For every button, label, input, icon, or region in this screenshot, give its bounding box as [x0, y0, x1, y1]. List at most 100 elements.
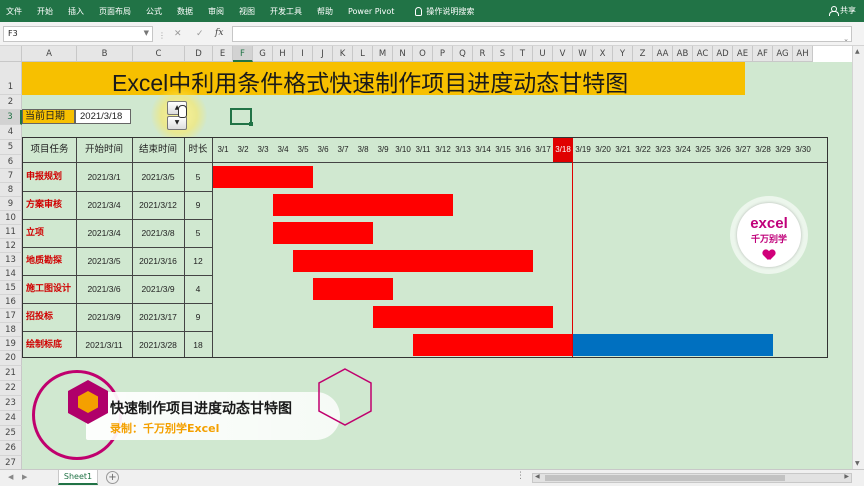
column-header-aa[interactable]: AA [653, 46, 673, 62]
share-button[interactable]: 共享 [829, 5, 856, 16]
task-end-date[interactable]: 2021/3/17 [132, 303, 184, 331]
enter-icon[interactable]: ✓ [196, 29, 204, 39]
column-header-q[interactable]: Q [453, 46, 473, 62]
ribbon-tab[interactable]: 帮助 [317, 6, 333, 17]
row-header-18[interactable]: 18 [0, 323, 22, 337]
add-sheet-button[interactable]: + [106, 471, 119, 484]
name-box[interactable]: F3 ▼ [3, 26, 153, 42]
horizontal-scrollbar[interactable]: ◀ ▶ [532, 473, 852, 483]
select-all-corner[interactable] [0, 46, 22, 62]
column-header-i[interactable]: I [293, 46, 313, 62]
more-options-icon[interactable]: ⋮ [516, 471, 525, 481]
column-header-ab[interactable]: AB [673, 46, 693, 62]
task-duration[interactable]: 12 [184, 247, 212, 275]
scroll-down-icon[interactable]: ▼ [855, 460, 860, 467]
task-start-date[interactable]: 2021/3/11 [76, 331, 132, 359]
ribbon-tab[interactable]: 视图 [239, 6, 255, 17]
column-header-m[interactable]: M [373, 46, 393, 62]
row-header-12[interactable]: 12 [0, 239, 22, 253]
row-header-6[interactable]: 6 [0, 155, 22, 169]
next-sheet-icon[interactable]: ▶ [22, 473, 27, 481]
row-header-3[interactable]: 3 [0, 110, 22, 125]
cancel-icon[interactable]: ✕ [174, 29, 182, 39]
row-header-22[interactable]: 22 [0, 381, 22, 396]
column-header-d[interactable]: D [185, 46, 213, 62]
column-header-n[interactable]: N [393, 46, 413, 62]
task-end-date[interactable]: 2021/3/28 [132, 331, 184, 359]
expand-formula-icon[interactable]: ⌄ [843, 35, 849, 43]
ribbon-tab[interactable]: 公式 [146, 6, 162, 17]
column-header-o[interactable]: O [413, 46, 433, 62]
ribbon-tab[interactable]: 页面布局 [99, 6, 131, 17]
column-header-y[interactable]: Y [613, 46, 633, 62]
column-header-s[interactable]: S [493, 46, 513, 62]
selected-cell-f3[interactable] [230, 108, 253, 126]
column-header-k[interactable]: K [333, 46, 353, 62]
column-header-ad[interactable]: AD [713, 46, 733, 62]
column-header-af[interactable]: AF [753, 46, 773, 62]
current-date-value[interactable]: 2021/3/18 [75, 109, 131, 124]
task-duration[interactable]: 9 [184, 191, 212, 219]
column-header-p[interactable]: P [433, 46, 453, 62]
column-header-t[interactable]: T [513, 46, 533, 62]
column-header-a[interactable]: A [22, 46, 77, 62]
row-header-5[interactable]: 5 [0, 140, 22, 155]
date-spinner-down-button[interactable]: ▼ [167, 116, 187, 130]
task-start-date[interactable]: 2021/3/5 [76, 247, 132, 275]
column-header-f[interactable]: F [233, 46, 253, 62]
column-header-x[interactable]: X [593, 46, 613, 62]
task-duration[interactable]: 9 [184, 303, 212, 331]
row-header-14[interactable]: 14 [0, 267, 22, 281]
row-header-4[interactable]: 4 [0, 125, 22, 140]
task-name[interactable]: 招投标 [23, 303, 76, 331]
chevron-down-icon[interactable]: ▼ [144, 29, 149, 37]
column-header-ac[interactable]: AC [693, 46, 713, 62]
vertical-scrollbar[interactable]: ▲ ▼ [852, 46, 864, 469]
task-name[interactable]: 方案审核 [23, 191, 76, 219]
ribbon-tab[interactable]: 数据 [177, 6, 193, 17]
column-header-u[interactable]: U [533, 46, 553, 62]
column-header-e[interactable]: E [213, 46, 233, 62]
row-header-15[interactable]: 15 [0, 281, 22, 295]
row-header-2[interactable]: 2 [0, 95, 22, 110]
task-name[interactable]: 立项 [23, 219, 76, 247]
task-end-date[interactable]: 2021/3/16 [132, 247, 184, 275]
ribbon-tab[interactable]: 插入 [68, 6, 84, 17]
task-name[interactable]: 施工图设计 [23, 275, 76, 303]
task-duration[interactable]: 4 [184, 275, 212, 303]
column-header-ae[interactable]: AE [733, 46, 753, 62]
task-duration[interactable]: 18 [184, 331, 212, 359]
column-header-z[interactable]: Z [633, 46, 653, 62]
ribbon-tab[interactable]: 开始 [37, 6, 53, 17]
column-header-l[interactable]: L [353, 46, 373, 62]
task-end-date[interactable]: 2021/3/12 [132, 191, 184, 219]
column-header-ah[interactable]: AH [793, 46, 813, 62]
scroll-thumb[interactable] [545, 475, 785, 481]
task-start-date[interactable]: 2021/3/4 [76, 219, 132, 247]
prev-sheet-icon[interactable]: ◀ [8, 473, 13, 481]
task-duration[interactable]: 5 [184, 219, 212, 247]
task-name[interactable]: 绘制标底 [23, 331, 76, 359]
worksheet-grid[interactable]: Excel中利用条件格式快速制作项目进度动态甘特图 当前日期 2021/3/18… [22, 62, 852, 469]
column-header-w[interactable]: W [573, 46, 593, 62]
column-header-v[interactable]: V [553, 46, 573, 62]
row-header-25[interactable]: 25 [0, 426, 22, 441]
column-header-r[interactable]: R [473, 46, 493, 62]
row-header-23[interactable]: 23 [0, 396, 22, 411]
formula-input[interactable]: ⌄ [232, 26, 852, 43]
column-header-c[interactable]: C [133, 46, 185, 62]
row-header-20[interactable]: 20 [0, 351, 22, 366]
task-end-date[interactable]: 2021/3/8 [132, 219, 184, 247]
row-header-7[interactable]: 7 [0, 169, 22, 183]
ribbon-tab[interactable]: Power Pivot [348, 7, 394, 16]
row-header-26[interactable]: 26 [0, 441, 22, 456]
row-header-16[interactable]: 16 [0, 295, 22, 309]
row-header-19[interactable]: 19 [0, 337, 22, 351]
scroll-right-icon[interactable]: ▶ [844, 473, 849, 480]
row-header-8[interactable]: 8 [0, 183, 22, 197]
task-duration[interactable]: 5 [184, 163, 212, 191]
ribbon-tab[interactable]: 文件 [6, 6, 22, 17]
ribbon-tab[interactable]: 审阅 [208, 6, 224, 17]
row-header-17[interactable]: 17 [0, 309, 22, 323]
task-end-date[interactable]: 2021/3/9 [132, 275, 184, 303]
